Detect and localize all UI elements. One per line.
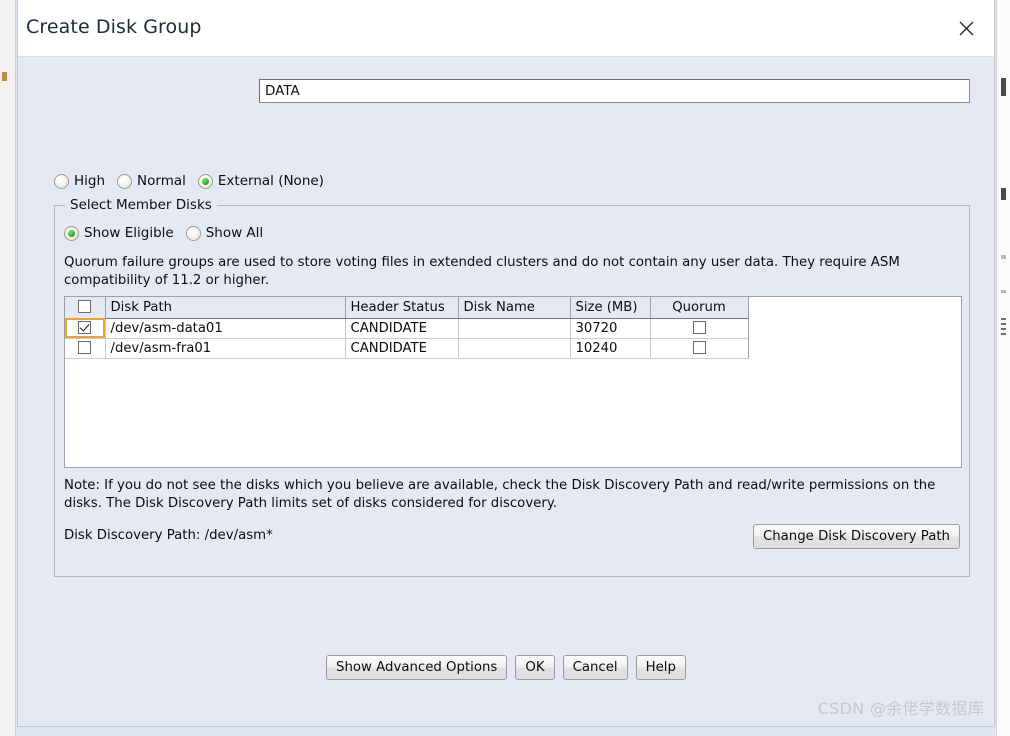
- table-header-row: Disk Path Header Status Disk Name Size (…: [65, 297, 749, 319]
- disk-group-name-input[interactable]: [259, 79, 970, 103]
- disk-discovery-help-text: Note: If you do not see the disks which …: [64, 478, 936, 511]
- radio-icon: [54, 173, 69, 189]
- change-disk-discovery-path-button[interactable]: Change Disk Discovery Path: [752, 524, 960, 549]
- member-disks-table-container[interactable]: Disk Path Header Status Disk Name Size (…: [64, 296, 962, 468]
- cell-disk-path: /dev/asm-fra01: [105, 338, 346, 359]
- column-header-header-status[interactable]: Header Status: [345, 297, 459, 319]
- filter-option-show-eligible[interactable]: Show Eligible: [64, 225, 174, 241]
- background-tick: [1001, 323, 1006, 325]
- dialog-footer-buttons: Show Advanced Options OK Cancel Help: [18, 655, 994, 680]
- background-app-right-edge: [996, 0, 1010, 736]
- redundancy-option-high[interactable]: High: [54, 173, 105, 189]
- column-header-disk-name[interactable]: Disk Name: [458, 297, 571, 319]
- cell-header-status: CANDIDATE: [345, 318, 459, 339]
- quorum-checkbox[interactable]: [692, 321, 706, 334]
- disk-discovery-path-label: Disk Discovery Path: /dev/asm*: [64, 528, 273, 543]
- cell-disk-name: [458, 318, 571, 339]
- row-select-checkbox[interactable]: [78, 321, 92, 334]
- row-select-checkbox[interactable]: [78, 341, 92, 354]
- disk-discovery-path-row: Disk Discovery Path: /dev/asm* Change Di…: [64, 524, 960, 550]
- background-app-left-edge: [0, 0, 16, 736]
- radio-selected-icon: [64, 225, 79, 241]
- row-select-cell[interactable]: [65, 318, 106, 339]
- table-row[interactable]: /dev/asm-fra01 CANDIDATE 10240: [65, 338, 749, 359]
- cancel-button[interactable]: Cancel: [562, 655, 628, 680]
- background-tick: [1001, 328, 1006, 330]
- background-tick: [1001, 78, 1006, 96]
- column-header-quorum[interactable]: Quorum: [650, 297, 749, 319]
- redundancy-option-normal[interactable]: Normal: [117, 173, 186, 189]
- show-advanced-options-button[interactable]: Show Advanced Options: [326, 655, 508, 680]
- member-disks-table: Disk Path Header Status Disk Name Size (…: [65, 297, 749, 359]
- background-tick: [1001, 255, 1006, 259]
- quorum-help-text: Quorum failure groups are used to store …: [64, 255, 900, 288]
- help-button[interactable]: Help: [635, 655, 686, 680]
- radio-icon: [117, 173, 133, 189]
- redundancy-option-label: External (None): [217, 173, 324, 189]
- background-tick: [1001, 333, 1006, 335]
- ok-button[interactable]: OK: [515, 655, 555, 680]
- dialog-body: High Normal External (None) Select Membe…: [18, 57, 994, 726]
- cell-header-status: CANDIDATE: [345, 338, 459, 359]
- filter-option-label: Show All: [205, 225, 264, 241]
- select-all-checkbox[interactable]: [78, 300, 92, 314]
- background-tick: [1001, 318, 1006, 320]
- column-header-disk-path[interactable]: Disk Path: [105, 297, 346, 319]
- dialog-titlebar: Create Disk Group: [18, 0, 994, 57]
- redundancy-radio-group: High Normal External (None): [54, 173, 336, 189]
- background-tick: [1001, 290, 1006, 293]
- close-icon[interactable]: [946, 10, 986, 46]
- filter-option-show-all[interactable]: Show All: [185, 225, 264, 241]
- select-member-disks-group: Select Member Disks Show Eligible Show A…: [54, 197, 970, 577]
- table-row[interactable]: /dev/asm-data01 CANDIDATE 30720: [65, 318, 749, 339]
- redundancy-option-external[interactable]: External (None): [197, 173, 324, 189]
- cell-size-mb: 10240: [570, 338, 651, 359]
- cell-disk-name: [458, 338, 571, 359]
- background-tick: [1001, 188, 1006, 200]
- column-header-select-all[interactable]: [65, 297, 106, 319]
- cell-quorum[interactable]: [650, 318, 749, 339]
- dialog-title: Create Disk Group: [26, 16, 202, 38]
- redundancy-option-label: High: [74, 173, 106, 189]
- redundancy-option-label: Normal: [137, 173, 186, 189]
- create-disk-group-dialog: Create Disk Group High Normal: [17, 0, 995, 727]
- row-select-cell[interactable]: [65, 338, 106, 359]
- background-marker: [2, 72, 7, 81]
- cell-quorum[interactable]: [650, 338, 749, 359]
- cell-size-mb: 30720: [570, 318, 651, 339]
- group-legend: Select Member Disks: [65, 197, 217, 213]
- radio-selected-icon: [197, 173, 213, 189]
- filter-option-label: Show Eligible: [84, 225, 174, 241]
- disk-filter-radio-group: Show Eligible Show All: [64, 225, 275, 241]
- radio-icon: [185, 225, 201, 241]
- column-header-size-mb[interactable]: Size (MB): [570, 297, 651, 319]
- quorum-checkbox[interactable]: [692, 341, 706, 354]
- watermark: CSDN @余佬学数据库: [817, 699, 984, 718]
- cell-disk-path: /dev/asm-data01: [105, 318, 346, 339]
- screen: Create Disk Group High Normal: [0, 0, 1010, 736]
